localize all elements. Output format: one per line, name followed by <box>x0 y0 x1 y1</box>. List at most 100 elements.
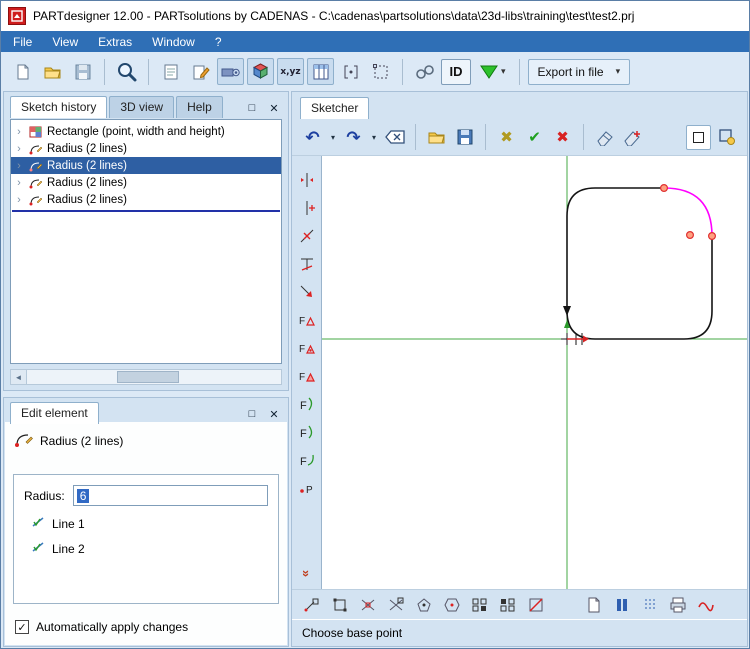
cancel-button[interactable]: ✖ <box>550 125 575 150</box>
fillet-end-point[interactable] <box>709 233 716 240</box>
delete-constraint-icon[interactable] <box>296 226 318 246</box>
grid-snap-alt-icon[interactable] <box>496 594 520 616</box>
intersection-point-icon[interactable] <box>384 594 408 616</box>
dropdown-arrow-icon: ▾ <box>616 66 621 77</box>
fillet-arc-highlight[interactable] <box>664 188 712 236</box>
id-button[interactable]: ID <box>441 59 471 85</box>
fix-position-icon[interactable]: F <box>296 366 318 386</box>
tree-item-radius[interactable]: › Radius (2 lines) <box>11 174 281 191</box>
export-in-file-button[interactable]: Export in file ▾ <box>528 59 631 85</box>
tree-item-rectangle[interactable]: › Rectangle (point, width and height) <box>11 123 281 140</box>
value-table-button[interactable] <box>307 58 334 85</box>
tree-item-radius[interactable]: › Radius (2 lines) <box>11 140 281 157</box>
center-snap-icon[interactable] <box>440 594 464 616</box>
fillet-start-point[interactable] <box>661 185 668 192</box>
spline-icon[interactable] <box>694 594 718 616</box>
fix-distance-icon[interactable]: F <box>296 310 318 330</box>
tree-item-radius[interactable]: › Radius (2 lines) <box>11 191 281 208</box>
selection-frame-button[interactable] <box>367 58 394 85</box>
projection-view-button[interactable] <box>217 58 244 85</box>
tab-help[interactable]: Help <box>176 96 223 118</box>
radius-input[interactable]: 6 <box>73 485 268 506</box>
undo-button[interactable]: ↶ <box>300 125 325 150</box>
measure-button[interactable] <box>411 58 438 85</box>
more-tools-chevrons-icon[interactable]: » <box>299 570 314 577</box>
expand-chevron-icon[interactable]: › <box>14 177 24 189</box>
formula-radius-icon[interactable]: F <box>296 450 318 470</box>
vertical-point-constraint-icon[interactable] <box>296 198 318 218</box>
sketch-canvas[interactable] <box>322 156 747 589</box>
point-tool-icon[interactable]: P <box>296 478 318 498</box>
select-rectangle-toggle[interactable] <box>686 125 711 150</box>
sheet-icon[interactable] <box>582 594 606 616</box>
line-2-item[interactable]: Line 2 <box>24 541 268 556</box>
delete-last-button[interactable] <box>382 125 407 150</box>
xyz-values-button[interactable]: x,yz <box>277 58 304 85</box>
midpoint-snap-icon[interactable] <box>412 594 436 616</box>
scroll-left-icon[interactable]: ◄ <box>11 370 27 384</box>
tab-sketch-history[interactable]: Sketch history <box>10 96 107 118</box>
tab-3d-view[interactable]: 3D view <box>109 96 174 118</box>
float-panel-icon[interactable]: □ <box>244 101 260 115</box>
no-snap-icon[interactable] <box>524 594 548 616</box>
dashed-bars-icon[interactable] <box>638 594 662 616</box>
play-dropdown-button[interactable]: ▾ <box>474 58 511 85</box>
open-file-button[interactable] <box>39 58 66 85</box>
menu-extras[interactable]: Extras <box>88 33 142 51</box>
grid-snap-icon[interactable] <box>468 594 492 616</box>
new-file-button[interactable] <box>9 58 36 85</box>
tab-edit-element[interactable]: Edit element <box>10 402 99 424</box>
corner-points-icon[interactable] <box>328 594 352 616</box>
eraser-all-button[interactable] <box>620 125 645 150</box>
pick-point-icon[interactable] <box>300 594 324 616</box>
expand-chevron-icon[interactable]: › <box>14 160 24 172</box>
sketch-outline[interactable] <box>567 188 712 339</box>
sketch-history-tabs: Sketch history 3D view Help □ ✕ <box>4 92 288 118</box>
save-button[interactable] <box>69 58 96 85</box>
vertical-constraint-icon[interactable] <box>296 170 318 190</box>
zoom-button[interactable] <box>113 58 140 85</box>
fix-angle-icon[interactable]: F <box>296 338 318 358</box>
formula-length-icon[interactable]: F <box>296 394 318 414</box>
float-panel-icon[interactable]: □ <box>244 407 260 421</box>
tree-item-label: Radius (2 lines) <box>47 177 127 189</box>
scrollbar-track[interactable] <box>27 370 281 384</box>
expand-chevron-icon[interactable]: › <box>14 126 24 138</box>
section-bars-icon[interactable] <box>610 594 634 616</box>
close-panel-icon[interactable]: ✕ <box>266 407 282 421</box>
eraser-button[interactable] <box>592 125 617 150</box>
expand-chevron-icon[interactable]: › <box>14 194 24 206</box>
apply-button[interactable]: ✔ <box>522 125 547 150</box>
scrollbar-thumb[interactable] <box>117 371 179 383</box>
menu-view[interactable]: View <box>42 33 88 51</box>
menu-help[interactable]: ? <box>205 33 232 51</box>
delete-element-button[interactable]: ✖ <box>494 125 519 150</box>
printer-icon[interactable] <box>666 594 690 616</box>
redo-dropdown[interactable]: ▾ <box>369 133 379 142</box>
dimension-view-button[interactable] <box>337 58 364 85</box>
perpendicular-constraint-icon[interactable] <box>296 254 318 274</box>
tree-item-radius-selected[interactable]: › Radius (2 lines) <box>11 157 281 174</box>
tab-sketcher[interactable]: Sketcher <box>300 97 369 119</box>
tree-horizontal-scrollbar[interactable]: ◄ ► <box>10 369 282 385</box>
line-1-item[interactable]: Line 1 <box>24 516 268 531</box>
formula-angle-icon[interactable]: F <box>296 422 318 442</box>
close-panel-icon[interactable]: ✕ <box>266 101 282 115</box>
dropdown-arrow-icon[interactable]: ▾ <box>501 66 506 77</box>
edit-document-button[interactable] <box>187 58 214 85</box>
intersection-snap-icon[interactable] <box>356 594 380 616</box>
3d-box-button[interactable] <box>247 58 274 85</box>
new-file-icon <box>14 63 32 81</box>
document-view-button[interactable] <box>157 58 184 85</box>
auto-apply-checkbox[interactable]: ✓ <box>15 620 29 634</box>
sketch-plane-toggle[interactable] <box>714 125 739 150</box>
menu-file[interactable]: File <box>3 33 42 51</box>
save-sketch-button[interactable] <box>452 125 477 150</box>
fillet-center-point[interactable] <box>687 232 694 239</box>
open-sketch-button[interactable] <box>424 125 449 150</box>
menu-window[interactable]: Window <box>142 33 205 51</box>
expand-chevron-icon[interactable]: › <box>14 143 24 155</box>
redo-button[interactable]: ↷ <box>341 125 366 150</box>
tangent-constraint-icon[interactable] <box>296 282 318 302</box>
undo-dropdown[interactable]: ▾ <box>328 133 338 142</box>
